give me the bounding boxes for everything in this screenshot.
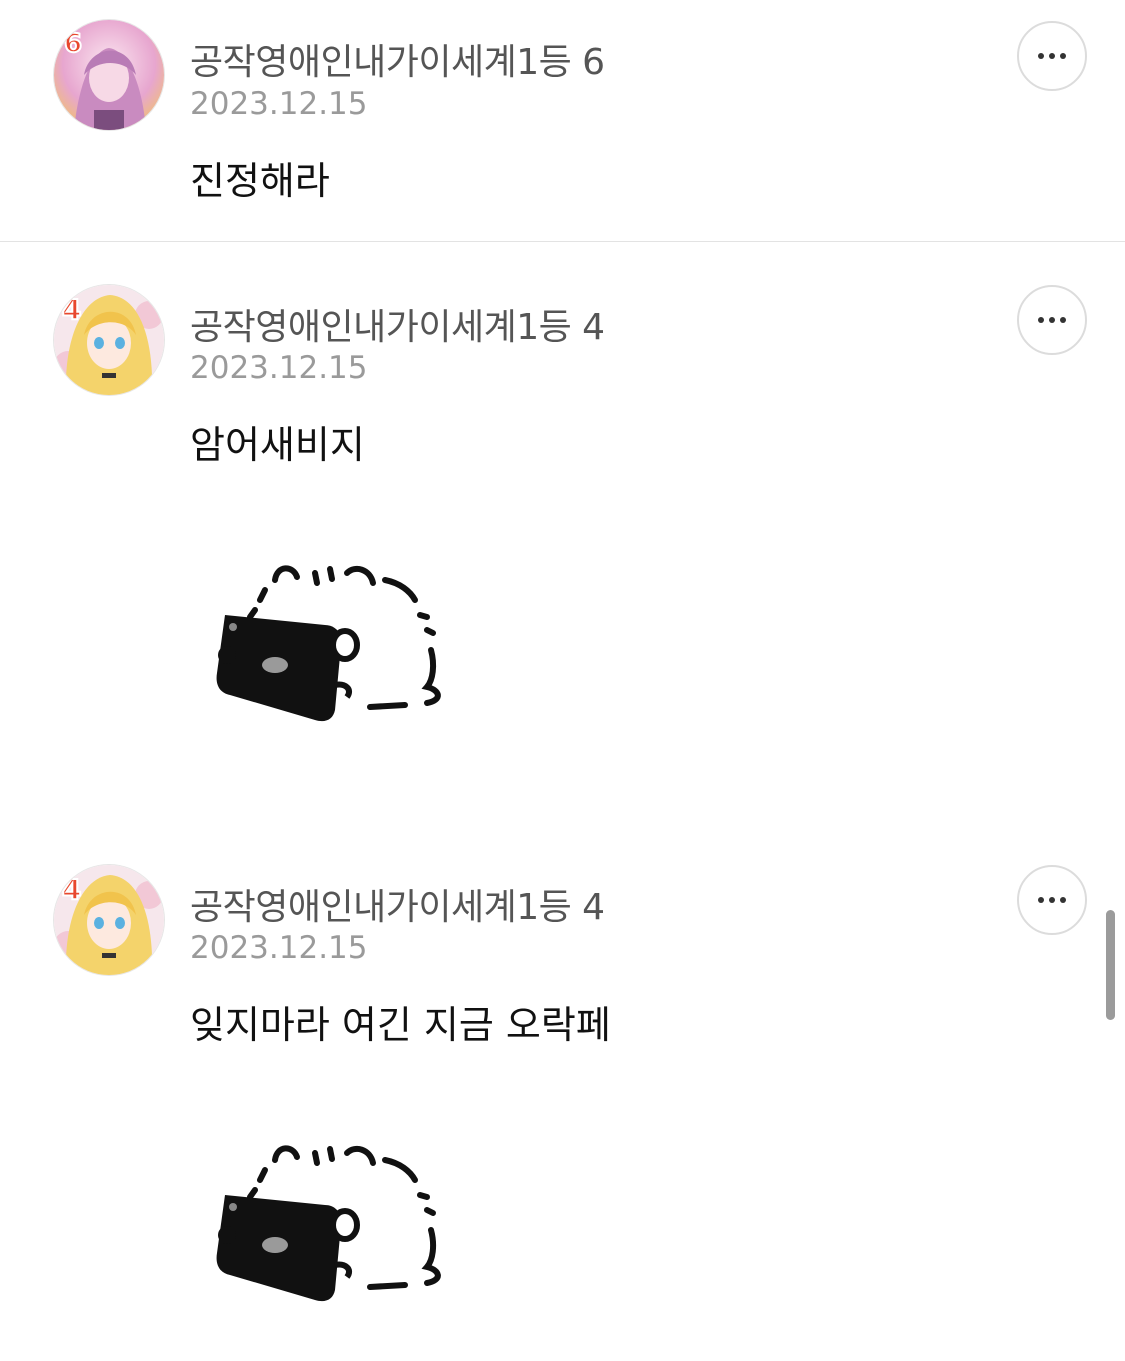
ellipsis-dot	[1049, 897, 1055, 903]
bear-with-phone-icon	[216, 565, 441, 722]
ellipsis-dot	[1049, 317, 1055, 323]
bear-with-phone-icon	[216, 1145, 441, 1302]
nickname[interactable]: 공작영애인내가이세계1등 6	[190, 33, 605, 85]
blonde-character-avatar-icon: 4	[54, 865, 164, 975]
ellipsis-icon	[1038, 53, 1044, 59]
scrollbar[interactable]	[1106, 910, 1115, 1020]
comment-date: 2023.12.15	[190, 86, 368, 122]
ellipsis-icon	[1038, 317, 1044, 323]
more-options-button[interactable]	[1017, 285, 1087, 355]
comment-text: 진정해라	[190, 159, 330, 203]
comment-date: 2023.12.15	[190, 350, 368, 386]
avatar[interactable]: 4	[54, 285, 164, 395]
more-options-button[interactable]	[1017, 865, 1087, 935]
avatar[interactable]: 4	[54, 865, 164, 975]
svg-text:6: 6	[64, 29, 82, 59]
comment-text: 암어새비지	[190, 423, 365, 467]
bear-with-phone-sticker[interactable]	[205, 555, 450, 740]
ellipsis-dot	[1060, 53, 1066, 59]
blonde-character-avatar-icon: 4	[54, 285, 164, 395]
svg-text:4: 4	[62, 293, 81, 326]
avatar[interactable]: 6	[54, 20, 164, 130]
more-options-button[interactable]	[1017, 21, 1087, 91]
ellipsis-dot	[1060, 897, 1066, 903]
svg-text:4: 4	[62, 873, 81, 906]
bear-with-phone-sticker[interactable]	[205, 1135, 450, 1320]
ellipsis-dot	[1049, 53, 1055, 59]
pink-haired-character-avatar-icon: 6	[54, 20, 164, 130]
comment-text: 잊지마라 여긴 지금 오락페	[190, 1003, 611, 1047]
ellipsis-icon	[1038, 897, 1044, 903]
nickname[interactable]: 공작영애인내가이세계1등 4	[190, 298, 605, 350]
divider	[0, 241, 1125, 242]
nickname[interactable]: 공작영애인내가이세계1등 4	[190, 878, 605, 930]
comment-date: 2023.12.15	[190, 930, 368, 966]
ellipsis-dot	[1060, 317, 1066, 323]
